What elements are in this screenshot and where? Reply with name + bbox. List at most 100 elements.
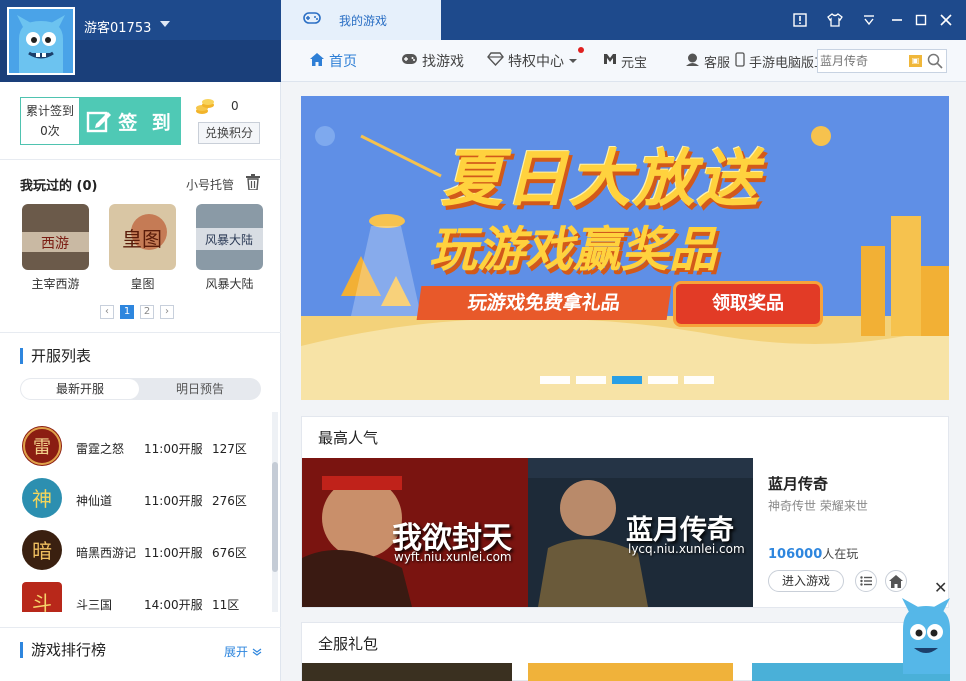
nav-home[interactable]: 首页 <box>309 52 357 70</box>
carousel-dot-active[interactable] <box>612 376 642 384</box>
nav-find-games[interactable]: 找游戏 <box>401 52 464 70</box>
scrollbar-thumb[interactable] <box>272 462 278 572</box>
username[interactable]: 游客01753 <box>84 17 151 36</box>
search-input[interactable] <box>820 52 906 70</box>
game-thumbnail[interactable]: 风暴大陆 <box>196 204 263 270</box>
points-value: 0 <box>231 99 239 113</box>
ranking-title: 游戏排行榜 <box>20 642 106 658</box>
mascot-widget[interactable] <box>888 594 958 677</box>
checkin-count-box: 累计签到 0次 <box>20 97 80 145</box>
svg-text:神: 神 <box>32 487 52 511</box>
pager-page[interactable]: 1 <box>120 305 134 319</box>
server-game-name: 神仙道 <box>76 494 113 508</box>
maximize-icon[interactable] <box>909 8 933 32</box>
game-icon: 雷 <box>22 426 62 466</box>
pager-page[interactable]: 2 <box>140 305 154 319</box>
svg-text:皇图: 皇图 <box>122 227 162 251</box>
featured-players: 106000人在玩 <box>768 545 858 562</box>
close-icon[interactable] <box>934 8 958 32</box>
nav-privilege-center[interactable]: 特权中心 <box>487 52 582 70</box>
claim-prize-button[interactable]: 领取奖品 <box>673 281 823 327</box>
server-game-name: 雷霆之怒 <box>76 442 125 456</box>
tab-tomorrow-preview[interactable]: 明日预告 <box>140 379 260 399</box>
home-page-icon[interactable] <box>885 570 907 592</box>
game-thumbnail[interactable]: 西游 <box>22 204 89 270</box>
svg-text:雷: 雷 <box>33 437 51 458</box>
coins-icon <box>195 97 215 118</box>
info-icon[interactable] <box>788 8 812 32</box>
svg-text:西游: 西游 <box>41 236 69 252</box>
players-suffix: 人在玩 <box>822 547 859 561</box>
ingot-icon <box>603 52 621 70</box>
gamepad-icon <box>401 53 422 70</box>
skin-icon[interactable] <box>823 8 847 32</box>
server-zone: 676区 <box>212 546 247 560</box>
game-thumbnail[interactable]: 皇图 <box>109 204 176 270</box>
checkin-count-value: 0次 <box>40 124 60 138</box>
divider <box>0 332 281 333</box>
server-open-time: 11:00开服 <box>144 494 203 508</box>
featured-game-name[interactable]: 蓝月传奇 <box>768 473 828 494</box>
banner-carousel-dots <box>540 376 714 384</box>
played-pager: ‹ 1 2 › <box>100 305 174 319</box>
trash-icon[interactable] <box>245 174 261 193</box>
popular-game-card[interactable]: 蓝月传奇 lycq.niu.xunlei.com <box>528 458 753 607</box>
server-zone: 276区 <box>212 494 247 508</box>
server-game-name: 斗三国 <box>76 598 113 612</box>
divider <box>0 159 281 160</box>
carousel-dot[interactable] <box>540 376 570 384</box>
diamond-icon <box>487 52 508 70</box>
tab-my-games-label: 我的游戏 <box>339 14 388 28</box>
exchange-points-button[interactable]: 兑换积分 <box>198 122 260 144</box>
played-game-card[interactable]: 皇图 皇图 <box>109 204 176 292</box>
carousel-dot[interactable] <box>648 376 678 384</box>
pager-next-icon[interactable]: › <box>160 305 174 319</box>
popular-section: 最高人气 我欲封天 wyft.niu.xunlei.com 蓝月传奇 lycq.… <box>301 416 949 608</box>
server-game-name: 暗黑西游记 <box>76 546 137 560</box>
played-game-card[interactable]: 西游 主宰西游 <box>22 204 89 292</box>
played-game-card[interactable]: 风暴大陆 风暴大陆 <box>196 204 263 292</box>
tab-my-games[interactable]: 我的游戏 <box>281 0 441 40</box>
server-row[interactable]: 雷 雷霆之怒 11:00开服 127区 <box>0 420 270 472</box>
gifts-section: 全服礼包 <box>301 622 950 681</box>
featured-game-tagline: 神奇传世 荣耀来世 <box>768 499 868 513</box>
played-game-name: 皇图 <box>130 277 155 291</box>
search-box[interactable]: ▣ <box>817 49 947 73</box>
gifts-title: 全服礼包 <box>318 635 379 653</box>
alt-account-link[interactable]: 小号托管 <box>186 176 234 193</box>
hot-badge-icon[interactable]: ▣ <box>909 55 922 67</box>
card-url: lycq.niu.xunlei.com <box>628 542 745 556</box>
carousel-dot[interactable] <box>576 376 606 384</box>
banner-ribbon: 玩游戏免费拿礼品 <box>416 286 672 320</box>
carousel-dot[interactable] <box>684 376 714 384</box>
server-row[interactable]: 斗 斗三国 14:00开服 11区 <box>0 576 270 612</box>
minimize-icon[interactable] <box>885 8 909 32</box>
gamepad-icon <box>303 11 321 28</box>
tab-newest-servers[interactable]: 最新开服 <box>21 379 139 399</box>
gift-card[interactable] <box>528 663 733 681</box>
checkin-button[interactable]: 签 到 <box>80 97 181 145</box>
ranking-expand-link[interactable]: 展开 <box>224 643 262 660</box>
popular-game-card[interactable]: 我欲封天 wyft.niu.xunlei.com <box>302 458 528 607</box>
nav-ingot[interactable]: 元宝 <box>603 52 647 71</box>
banner-title: 夏日大放送 <box>441 142 762 215</box>
search-icon[interactable] <box>927 53 943 72</box>
left-panel: 累计签到 0次 签 到 0 兑换积分 我玩过的 (0) 小号托管 西游 主宰西游… <box>0 82 281 681</box>
divider <box>0 627 281 628</box>
server-row[interactable]: 神 神仙道 11:00开服 276区 <box>0 472 270 524</box>
list-icon[interactable] <box>855 570 877 592</box>
support-icon <box>685 52 704 71</box>
players-count: 106000 <box>768 547 823 562</box>
user-menu-caret-icon[interactable] <box>160 21 170 27</box>
promo-banner[interactable]: 夏日大放送 玩游戏赢奖品 玩游戏免费拿礼品 领取奖品 <box>301 96 949 400</box>
pager-prev-icon[interactable]: ‹ <box>100 305 114 319</box>
enter-game-button[interactable]: 进入游戏 <box>768 570 844 592</box>
game-icon: 暗 <box>22 530 62 570</box>
menu-icon[interactable] <box>857 8 881 32</box>
played-game-name: 主宰西游 <box>31 277 80 291</box>
gift-card[interactable] <box>302 663 512 681</box>
user-avatar[interactable] <box>7 7 75 75</box>
server-row[interactable]: 暗 暗黑西游记 11:00开服 676区 <box>0 524 270 576</box>
popular-title: 最高人气 <box>318 429 379 447</box>
nav-support[interactable]: 客服 <box>685 52 730 71</box>
